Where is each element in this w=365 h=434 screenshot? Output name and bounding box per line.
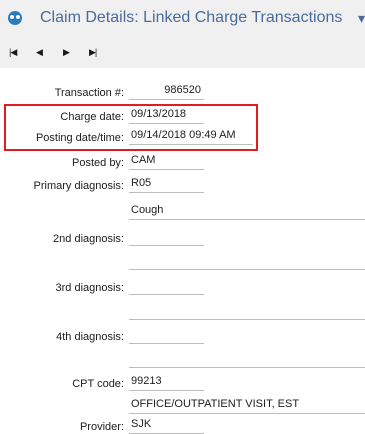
- second-diagnosis-label: 2nd diagnosis:: [53, 233, 124, 245]
- second-diagnosis-description-field[interactable]: [129, 253, 365, 270]
- primary-diagnosis-code-field[interactable]: R05: [129, 176, 204, 193]
- app-logo-icon: [8, 11, 22, 25]
- claim-details-form: Transaction #: 986520 Charge date: 09/13…: [0, 68, 365, 434]
- next-record-button[interactable]: ▶: [63, 46, 77, 58]
- fourth-diagnosis-label: 4th diagnosis:: [56, 331, 124, 343]
- window-menu-arrow-icon[interactable]: ▾: [358, 10, 365, 27]
- window-title: Claim Details: Linked Charge Transaction…: [40, 9, 343, 26]
- transaction-number-field[interactable]: 986520: [129, 83, 204, 100]
- title-bar: Claim Details: Linked Charge Transaction…: [0, 0, 365, 37]
- cpt-description-field[interactable]: OFFICE/OUTPATIENT VISIT, EST: [129, 397, 365, 414]
- posting-datetime-field[interactable]: 09/14/2018 09:49 AM: [129, 128, 253, 145]
- first-record-button[interactable]: |◀: [9, 46, 23, 58]
- record-navigation-toolbar: |◀ ◀ ▶ ▶|: [0, 37, 365, 68]
- charge-date-field[interactable]: 09/13/2018: [129, 107, 204, 124]
- posting-datetime-label: Posting date/time:: [35, 132, 124, 144]
- fourth-diagnosis-description-field[interactable]: [129, 351, 365, 368]
- cpt-code-field[interactable]: 99213: [129, 374, 204, 391]
- posted-by-label: Posted by:: [72, 157, 124, 169]
- previous-record-button[interactable]: ◀: [36, 46, 50, 58]
- transaction-number-label: Transaction #:: [54, 87, 124, 99]
- second-diagnosis-code-field[interactable]: [129, 229, 204, 246]
- primary-diagnosis-label: Primary diagnosis:: [33, 180, 124, 192]
- primary-diagnosis-description-field[interactable]: Cough: [129, 203, 365, 220]
- fourth-diagnosis-code-field[interactable]: [129, 327, 204, 344]
- third-diagnosis-description-field[interactable]: [129, 303, 365, 320]
- provider-field[interactable]: SJK: [129, 417, 204, 434]
- posted-by-field[interactable]: CAM: [129, 153, 204, 170]
- third-diagnosis-label: 3rd diagnosis:: [55, 282, 125, 294]
- charge-date-label: Charge date:: [60, 111, 124, 123]
- cpt-code-label: CPT code:: [72, 378, 124, 390]
- provider-label: Provider:: [79, 421, 124, 433]
- last-record-button[interactable]: ▶|: [89, 46, 103, 58]
- third-diagnosis-code-field[interactable]: [129, 278, 204, 295]
